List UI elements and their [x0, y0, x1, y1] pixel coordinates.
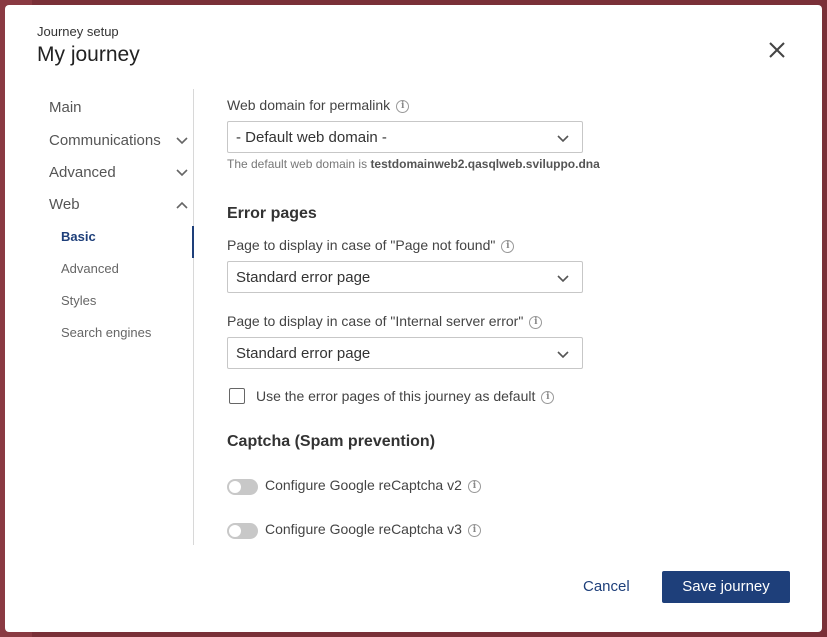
- not-found-label: Page to display in case of "Page not fou…: [227, 237, 515, 253]
- captcha-heading: Captcha (Spam prevention): [227, 433, 436, 450]
- select-value: - Default web domain -: [236, 129, 387, 146]
- label-text: Page to display in case of "Internal ser…: [227, 313, 524, 329]
- sidebar-item-advanced[interactable]: Advanced: [49, 164, 189, 186]
- chevron-down-icon: [557, 275, 569, 283]
- web-basic-settings: Web domain for permalink i - Default web …: [227, 89, 787, 549]
- label-text: Use the error pages of this journey as d…: [256, 388, 536, 404]
- sidebar-item-label: Web: [49, 196, 80, 213]
- recaptcha-v3-label: Configure Google reCaptcha v3 i: [265, 521, 481, 537]
- sidebar-item-label: Communications: [49, 132, 161, 149]
- sidebar-item-web[interactable]: Web: [49, 196, 189, 218]
- toggle-knob: [229, 525, 241, 537]
- chevron-down-icon: [176, 169, 188, 177]
- label-text: Web domain for permalink: [227, 97, 391, 113]
- chevron-down-icon: [557, 351, 569, 359]
- recaptcha-v3-toggle[interactable]: [227, 523, 258, 539]
- info-icon[interactable]: i: [467, 479, 481, 493]
- sidebar-subitem-advanced[interactable]: Advanced: [61, 261, 193, 281]
- recaptcha-v2-label: Configure Google reCaptcha v2 i: [265, 477, 481, 493]
- info-icon[interactable]: i: [529, 315, 543, 329]
- permalink-domain-select[interactable]: - Default web domain -: [227, 121, 583, 153]
- sidebar-item-main[interactable]: Main: [49, 99, 189, 121]
- permalink-domain-label: Web domain for permalink i: [227, 97, 410, 113]
- dialog-kicker: Journey setup: [37, 24, 119, 39]
- info-icon[interactable]: i: [396, 99, 410, 113]
- sidebar-item-communications[interactable]: Communications: [49, 132, 189, 154]
- default-error-pages-label: Use the error pages of this journey as d…: [256, 388, 555, 404]
- default-domain-hint: The default web domain is testdomainweb2…: [227, 157, 600, 171]
- label-text: Page to display in case of "Page not fou…: [227, 237, 496, 253]
- save-journey-button[interactable]: Save journey: [662, 571, 790, 603]
- label-text: Configure Google reCaptcha v2: [265, 477, 462, 493]
- chevron-down-icon: [557, 135, 569, 143]
- sidebar-nav: Main Communications Advanced Web Basic A…: [37, 89, 194, 545]
- chevron-down-icon: [176, 137, 188, 145]
- hint-prefix: The default web domain is: [227, 157, 368, 171]
- sidebar-item-label: Main: [49, 99, 82, 116]
- active-indicator: [192, 226, 194, 258]
- recaptcha-v2-toggle[interactable]: [227, 479, 258, 495]
- error-pages-heading: Error pages: [227, 205, 317, 222]
- sidebar-item-label: Advanced: [49, 164, 116, 181]
- close-icon[interactable]: [764, 37, 790, 63]
- server-error-page-select[interactable]: Standard error page: [227, 337, 583, 369]
- info-icon[interactable]: i: [541, 390, 555, 404]
- sidebar-subitem-basic[interactable]: Basic: [61, 229, 193, 249]
- toggle-knob: [229, 481, 241, 493]
- sidebar-subitem-search-engines[interactable]: Search engines: [61, 325, 193, 345]
- cancel-button[interactable]: Cancel: [583, 578, 630, 595]
- select-value: Standard error page: [236, 345, 371, 362]
- sidebar-subitem-styles[interactable]: Styles: [61, 293, 193, 313]
- journey-setup-dialog: Journey setup My journey Main Communicat…: [5, 5, 822, 632]
- not-found-page-select[interactable]: Standard error page: [227, 261, 583, 293]
- select-value: Standard error page: [236, 269, 371, 286]
- info-icon[interactable]: i: [467, 523, 481, 537]
- default-error-pages-checkbox[interactable]: [229, 388, 245, 404]
- chevron-up-icon: [176, 201, 188, 209]
- label-text: Configure Google reCaptcha v3: [265, 521, 462, 537]
- info-icon[interactable]: i: [501, 239, 515, 253]
- server-error-label: Page to display in case of "Internal ser…: [227, 313, 543, 329]
- dialog-title: My journey: [37, 43, 140, 66]
- hint-domain: testdomainweb2.qasqlweb.sviluppo.dna: [370, 157, 600, 171]
